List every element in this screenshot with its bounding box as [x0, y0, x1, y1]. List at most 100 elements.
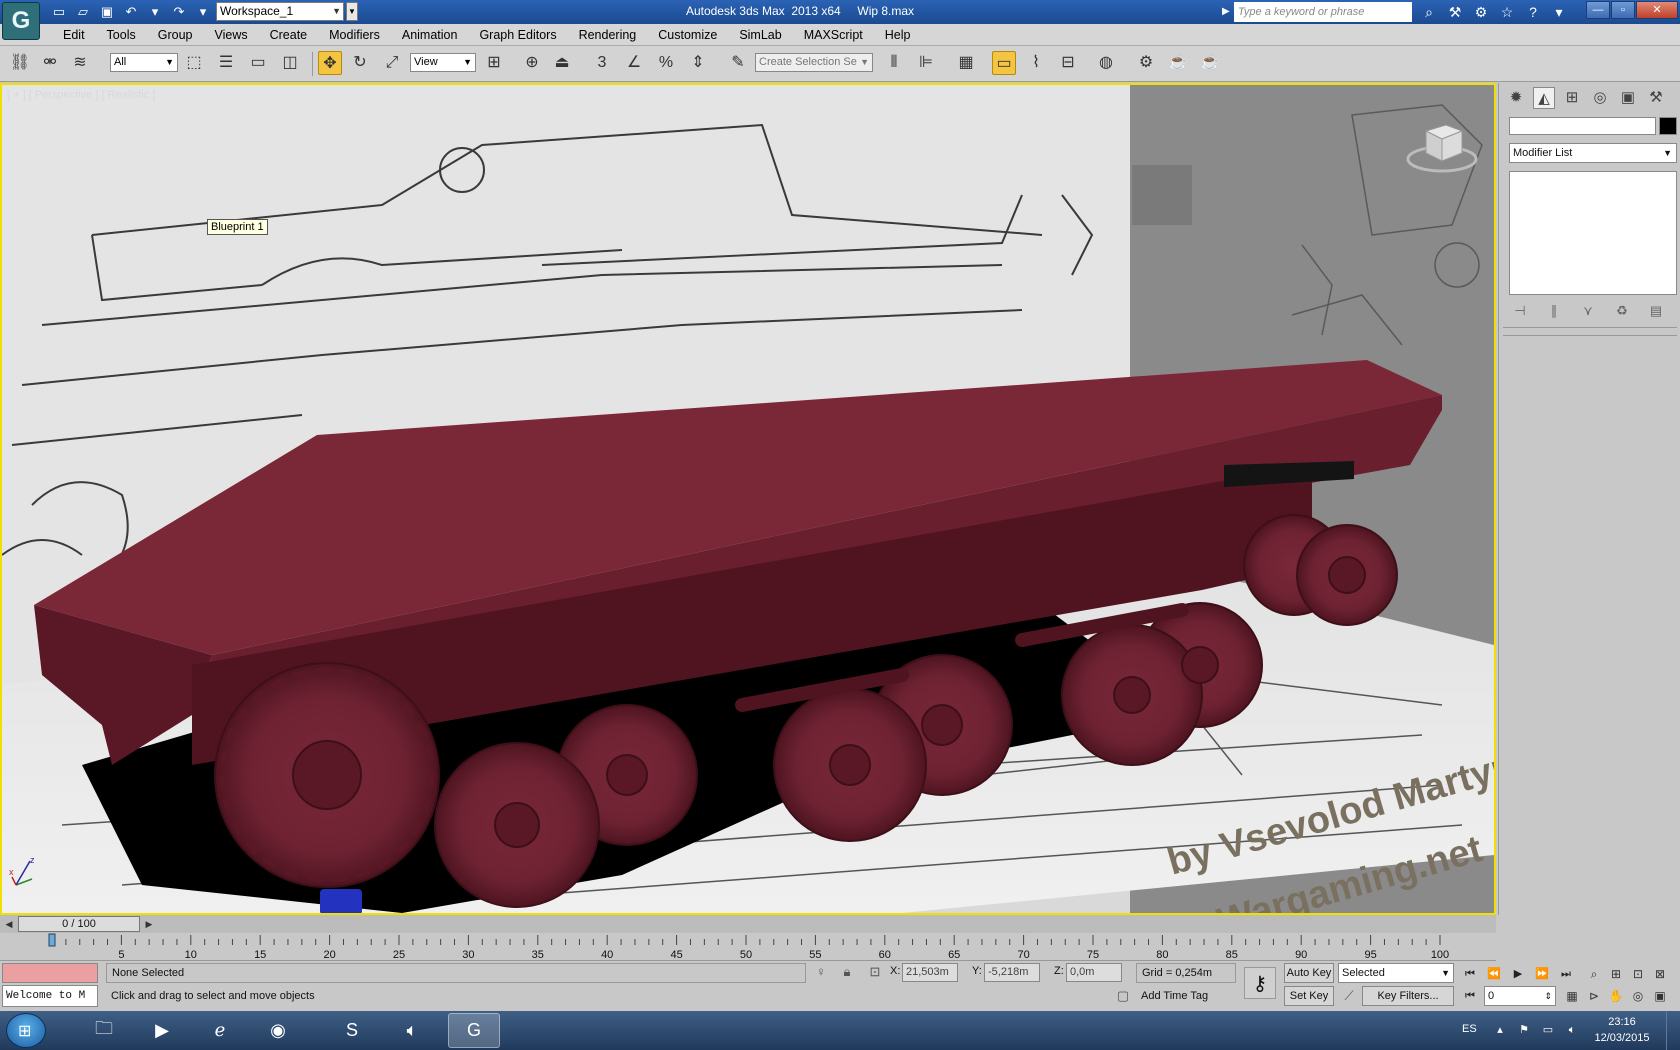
binoculars-icon[interactable]: ⌕: [1418, 2, 1440, 22]
search-input[interactable]: Type a keyword or phrase: [1234, 2, 1412, 22]
menu-item-views[interactable]: Views: [203, 24, 258, 46]
key-mode-toggle-icon[interactable]: ⏮: [1460, 987, 1480, 1005]
menu-item-customize[interactable]: Customize: [647, 24, 728, 46]
previous-frame-icon[interactable]: ◀: [2, 917, 16, 931]
mirror-icon[interactable]: ⫴: [882, 51, 906, 75]
modifier-stack[interactable]: [1509, 171, 1677, 295]
configure-modifier-sets-icon[interactable]: ▤: [1645, 301, 1667, 321]
set-keys-key-icon[interactable]: ⚷: [1244, 967, 1276, 999]
percent-snap-icon[interactable]: %: [654, 51, 678, 75]
render-production-icon[interactable]: ☕: [1198, 51, 1222, 75]
open-file-icon[interactable]: ▱: [74, 3, 92, 21]
create-tab-star-icon[interactable]: ✹: [1505, 87, 1527, 109]
select-and-link-icon[interactable]: ⛓: [8, 51, 32, 75]
render-setup-icon[interactable]: ⚙: [1134, 51, 1158, 75]
input-language[interactable]: ES: [1462, 1023, 1477, 1035]
select-and-move-icon[interactable]: ✥: [318, 51, 342, 75]
material-editor-icon[interactable]: ◍: [1094, 51, 1118, 75]
window-crossing-icon[interactable]: ◫: [278, 51, 302, 75]
y-coord-field[interactable]: -5,218m: [984, 963, 1040, 982]
time-slider-thumb[interactable]: 0 / 100: [18, 916, 140, 932]
time-slider[interactable]: ◀ 0 / 100 ▶: [0, 915, 1496, 933]
edit-named-selection-icon[interactable]: ✎: [726, 51, 750, 75]
make-unique-icon[interactable]: ⋎: [1577, 301, 1599, 321]
menu-item-animation[interactable]: Animation: [391, 24, 469, 46]
layer-manager-icon[interactable]: ▦: [954, 51, 978, 75]
undo-dropdown-icon[interactable]: ▾: [146, 3, 164, 21]
maxscript-mini-listener[interactable]: Welcome to M: [2, 985, 98, 1007]
select-by-name-icon[interactable]: ☰: [214, 51, 238, 75]
isolate-selection-icon[interactable]: ♀: [812, 963, 830, 981]
named-selection-set-select[interactable]: Create Selection Se ▼: [755, 53, 873, 72]
select-and-scale-icon[interactable]: ⤢: [380, 51, 404, 75]
absolute-mode-transform-icon[interactable]: ⊡: [866, 963, 884, 981]
go-to-start-icon[interactable]: ⏮: [1460, 965, 1480, 983]
object-color-swatch[interactable]: [1659, 117, 1677, 135]
bind-to-space-warp-icon[interactable]: ≋: [68, 51, 92, 75]
menu-item-edit[interactable]: Edit: [52, 24, 96, 46]
add-time-tag[interactable]: Add Time Tag: [1136, 986, 1236, 1006]
maxscript-mini-listener-output[interactable]: [2, 963, 98, 983]
viewcube[interactable]: [1406, 119, 1478, 179]
pin-stack-icon[interactable]: ⊣: [1509, 301, 1531, 321]
subscription-icon[interactable]: ⚒: [1444, 2, 1466, 22]
viewport-label[interactable]: [ + ] [ Perspective ] [ Realistic ]: [7, 89, 155, 101]
maximize-viewport-icon[interactable]: ▣: [1650, 987, 1670, 1005]
menu-item-maxscript[interactable]: MAXScript: [793, 24, 874, 46]
modifier-list-select[interactable]: Modifier List ▼: [1509, 143, 1677, 163]
next-key-icon[interactable]: ⏩: [1532, 965, 1552, 983]
snaps-toggle-icon[interactable]: 3: [590, 51, 614, 75]
menu-item-help[interactable]: Help: [874, 24, 922, 46]
application-button[interactable]: G: [2, 2, 40, 40]
hierarchy-tab-icon[interactable]: ⊞: [1561, 87, 1583, 109]
motion-tab-icon[interactable]: ◎: [1589, 87, 1611, 109]
keyboard-shortcut-override-icon[interactable]: ⏏: [550, 51, 574, 75]
menu-item-group[interactable]: Group: [147, 24, 204, 46]
auto-key-button[interactable]: Auto Key: [1284, 963, 1334, 983]
next-frame-icon[interactable]: ▶: [142, 917, 156, 931]
schematic-view-icon[interactable]: ⊟: [1056, 51, 1080, 75]
redo-icon[interactable]: ↷: [170, 3, 188, 21]
maximize-button[interactable]: ▫: [1611, 1, 1635, 19]
explorer-folder-icon[interactable]: 🗀: [78, 1013, 130, 1048]
show-desktop-button[interactable]: [1666, 1011, 1680, 1050]
remove-modifier-icon[interactable]: ♻: [1611, 301, 1633, 321]
speaker-app-icon[interactable]: 🔈︎: [386, 1013, 438, 1048]
time-configuration-icon[interactable]: ▦: [1562, 987, 1582, 1005]
rendered-frame-window-icon[interactable]: ☕: [1166, 51, 1190, 75]
modify-tab-icon[interactable]: ◭: [1533, 87, 1555, 109]
3dsmax-taskbar-icon[interactable]: G: [448, 1013, 500, 1048]
workspace-select[interactable]: Workspace_1 ▼: [216, 2, 344, 21]
help-icon[interactable]: ?: [1522, 2, 1544, 22]
key-filters-button[interactable]: Key Filters...: [1362, 986, 1454, 1006]
select-object-icon[interactable]: ⬚: [182, 51, 206, 75]
firefox-icon[interactable]: ◉: [252, 1013, 304, 1048]
previous-key-icon[interactable]: ⏪: [1484, 965, 1504, 983]
action-center-flag-icon[interactable]: ⚑: [1516, 1022, 1532, 1038]
show-end-result-icon[interactable]: ∥: [1543, 301, 1565, 321]
current-frame-field[interactable]: 0 ⇕: [1484, 986, 1556, 1006]
orbit-icon[interactable]: ◎: [1628, 987, 1648, 1005]
favorites-star-icon[interactable]: ☆: [1496, 2, 1518, 22]
start-button[interactable]: ⊞: [6, 1013, 46, 1048]
zoom-extents-icon[interactable]: ⊡: [1628, 965, 1648, 983]
network-icon[interactable]: ▭: [1540, 1022, 1556, 1038]
search-expand-icon[interactable]: ▶: [1222, 2, 1232, 22]
media-player-icon[interactable]: ▶: [136, 1013, 188, 1048]
select-and-manipulate-icon[interactable]: ⊕: [520, 51, 544, 75]
zoom-extents-all-icon[interactable]: ⊠: [1650, 965, 1670, 983]
object-name-field[interactable]: [1509, 117, 1656, 135]
undo-icon[interactable]: ↶: [122, 3, 140, 21]
play-icon[interactable]: ▶: [1508, 965, 1528, 983]
menu-item-simlab[interactable]: SimLab: [728, 24, 792, 46]
helper-object[interactable]: [320, 889, 362, 913]
menu-item-tools[interactable]: Tools: [96, 24, 147, 46]
communication-icon[interactable]: ⚙: [1470, 2, 1492, 22]
field-of-view-icon[interactable]: ⊳: [1584, 987, 1604, 1005]
minimize-button[interactable]: —: [1586, 1, 1610, 19]
go-to-end-icon[interactable]: ⏭: [1556, 965, 1576, 983]
x-coord-field[interactable]: 21,503m: [902, 963, 958, 982]
new-file-icon[interactable]: ▭: [50, 3, 68, 21]
current-frame-marker[interactable]: [48, 933, 56, 947]
key-tangent-icon[interactable]: ⟋: [1340, 987, 1358, 1005]
